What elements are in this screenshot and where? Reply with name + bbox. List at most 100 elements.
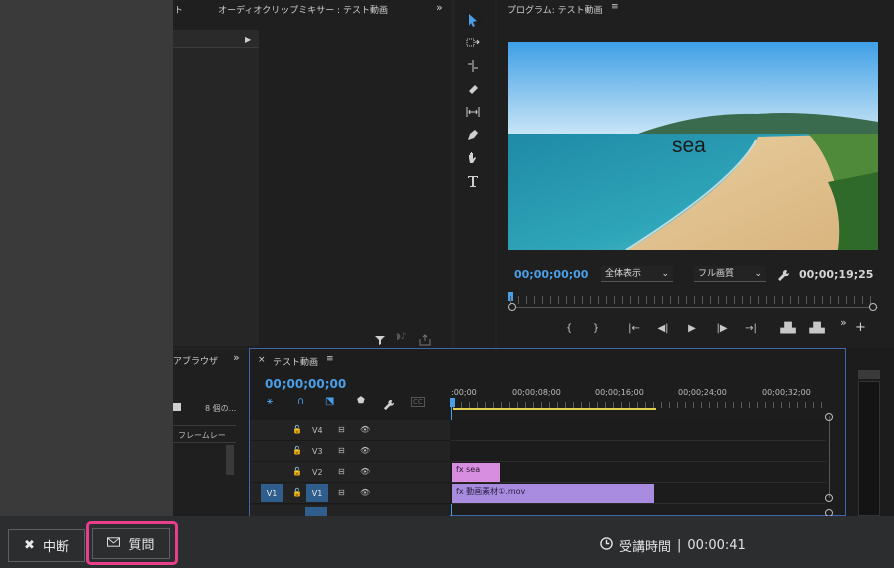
lock-icon[interactable]: 🔓 <box>292 425 302 434</box>
program-monitor-title[interactable]: プログラム: テスト動画 <box>507 3 603 16</box>
eye-icon[interactable]: 👁 <box>360 446 370 455</box>
play-icon[interactable]: ▶ <box>683 320 701 336</box>
program-current-timecode[interactable]: 00;00;00;00 <box>514 268 588 281</box>
frame-rate-column-header[interactable]: フレームレー <box>178 430 226 441</box>
sync-lock-icon[interactable]: ⊟ <box>338 446 345 455</box>
type-tool-icon[interactable] <box>463 171 483 191</box>
panel-menu-icon[interactable]: ≡ <box>611 2 619 12</box>
scroll-handle-bottom[interactable] <box>825 494 833 502</box>
eye-icon[interactable]: 👁 <box>360 488 370 497</box>
program-duration-timecode: 00;00;19;25 <box>799 268 874 281</box>
audio-mute-icon[interactable]: ◗♪ <box>396 332 407 342</box>
eye-icon[interactable]: 👁 <box>360 467 370 476</box>
close-icon: ✖ <box>24 538 35 553</box>
vertical-scrollbar[interactable] <box>226 445 234 475</box>
nest-sequence-icon[interactable]: ⚹ <box>267 396 273 407</box>
hand-tool-icon[interactable] <box>463 148 483 168</box>
track-name-v1[interactable]: V1 <box>306 484 328 502</box>
zoom-level-select[interactable]: 全体表示 ⌄ <box>601 266 673 282</box>
playback-quality-select[interactable]: フル画質 ⌄ <box>694 266 766 282</box>
scroll-handle-top[interactable] <box>825 413 833 421</box>
ask-question-button[interactable]: 質問 <box>92 528 170 559</box>
slip-tool-icon[interactable] <box>463 102 483 122</box>
lock-icon[interactable]: 🔓 <box>292 488 302 497</box>
sync-lock-icon[interactable]: ⊟ <box>338 425 345 434</box>
eye-icon[interactable]: 👁 <box>360 425 370 434</box>
zoom-level-value: 全体表示 <box>605 269 642 279</box>
timeline-clip-sea[interactable]: fx sea <box>452 463 500 482</box>
ruler-label-0: :00;00 <box>451 388 477 397</box>
track-name-v2[interactable]: V2 <box>312 468 323 477</box>
program-ruler[interactable] <box>510 296 878 304</box>
add-marker-icon[interactable]: ⬟ <box>357 396 365 406</box>
linked-selection-icon[interactable]: ⬔ <box>325 396 334 407</box>
lock-icon[interactable]: 🔓 <box>292 446 302 455</box>
track-a1-target[interactable] <box>305 507 327 516</box>
panel-menu-icon[interactable]: ≡ <box>326 354 334 364</box>
step-back-icon[interactable]: ◀| <box>654 320 672 336</box>
mail-icon <box>107 536 121 551</box>
fx-icon: fx <box>456 465 464 474</box>
track-name-v3[interactable]: V3 <box>312 447 323 456</box>
stop-button[interactable]: ✖ 中断 <box>8 529 85 562</box>
video-overlay-text: sea <box>672 134 706 157</box>
go-to-out-icon[interactable]: →| <box>742 320 760 336</box>
timeline-clip-video[interactable]: fx 動画素材①.mov <box>452 484 654 503</box>
captions-icon[interactable]: CC <box>411 397 425 407</box>
work-area-bar[interactable] <box>453 408 656 410</box>
media-browser-tab[interactable]: アブラウザ <box>173 354 218 367</box>
ripple-edit-tool-icon[interactable] <box>463 56 483 76</box>
ruler-label-2: 00;00;16;00 <box>595 388 644 397</box>
mark-in-icon[interactable]: { <box>560 320 578 336</box>
ruler-label-4: 00;00;32;00 <box>762 388 811 397</box>
close-tab-icon[interactable]: × <box>258 355 266 365</box>
zoom-bar-right-handle[interactable] <box>869 303 877 311</box>
mark-out-icon[interactable]: } <box>587 320 605 336</box>
track-header-v3: 🔓 V3 ⊟ 👁 <box>250 441 450 462</box>
track-header-v2: 🔓 V2 ⊟ 👁 <box>250 462 450 483</box>
track-header-a1-partial <box>250 505 450 516</box>
zoom-bar-left-handle[interactable] <box>508 303 516 311</box>
add-button-icon[interactable]: + <box>855 320 866 335</box>
track-lane-v4[interactable] <box>451 420 826 441</box>
zoom-bar[interactable] <box>510 307 878 308</box>
snap-magnet-icon[interactable]: ∩ <box>297 396 304 407</box>
wrench-settings-icon[interactable] <box>777 267 790 281</box>
step-forward-icon[interactable]: |▶ <box>713 320 731 336</box>
track-name-v4[interactable]: V4 <box>312 426 323 435</box>
panel-tab-partial[interactable]: ト <box>174 3 183 16</box>
study-time-separator: | <box>677 538 682 553</box>
track-lane-v3[interactable] <box>451 441 826 462</box>
fx-icon: fx <box>456 487 464 496</box>
track-select-tool-icon[interactable] <box>463 33 483 53</box>
extract-icon[interactable]: ▟▙ <box>808 320 826 336</box>
panel-overflow-icon[interactable]: » <box>233 351 240 364</box>
timeline-vertical-scrollbar[interactable] <box>829 416 830 498</box>
timeline-sequence-title[interactable]: テスト動画 <box>273 355 318 368</box>
go-to-in-icon[interactable]: |← <box>625 320 643 336</box>
play-small-icon[interactable]: ▶ <box>245 35 251 44</box>
timeline-playhead[interactable] <box>450 398 455 407</box>
audio-mixer-title[interactable]: オーディオクリップミキサー : テスト動画 <box>218 3 388 16</box>
lock-icon[interactable]: 🔓 <box>292 467 302 476</box>
study-time-indicator: 受講時間 | 00:00:41 <box>600 536 746 555</box>
razor-tool-icon[interactable] <box>463 79 483 99</box>
mixer-track-area <box>173 30 259 346</box>
stop-button-label: 中断 <box>42 540 69 555</box>
selection-tool-icon[interactable] <box>463 10 483 30</box>
track-header-v4: 🔓 V4 ⊟ 👁 <box>250 420 450 441</box>
source-patch-v1[interactable]: V1 <box>261 484 283 502</box>
sync-lock-icon[interactable]: ⊟ <box>338 467 345 476</box>
panel-overflow-icon[interactable]: » <box>436 1 443 14</box>
lift-icon[interactable]: ▟▙ <box>779 320 797 336</box>
sync-lock-icon[interactable]: ⊟ <box>338 488 345 497</box>
filter-icon[interactable] <box>374 331 386 345</box>
ask-button-label: 質問 <box>128 538 155 553</box>
timeline-timecode[interactable]: 00;00;00;00 <box>265 377 346 391</box>
timeline-settings-wrench-icon[interactable] <box>383 396 395 411</box>
track-lane-v2[interactable] <box>451 462 826 483</box>
pen-tool-icon[interactable] <box>463 125 483 145</box>
export-icon[interactable] <box>419 331 431 346</box>
list-view-icon[interactable] <box>173 403 181 411</box>
button-editor-overflow-icon[interactable]: » <box>840 316 847 329</box>
